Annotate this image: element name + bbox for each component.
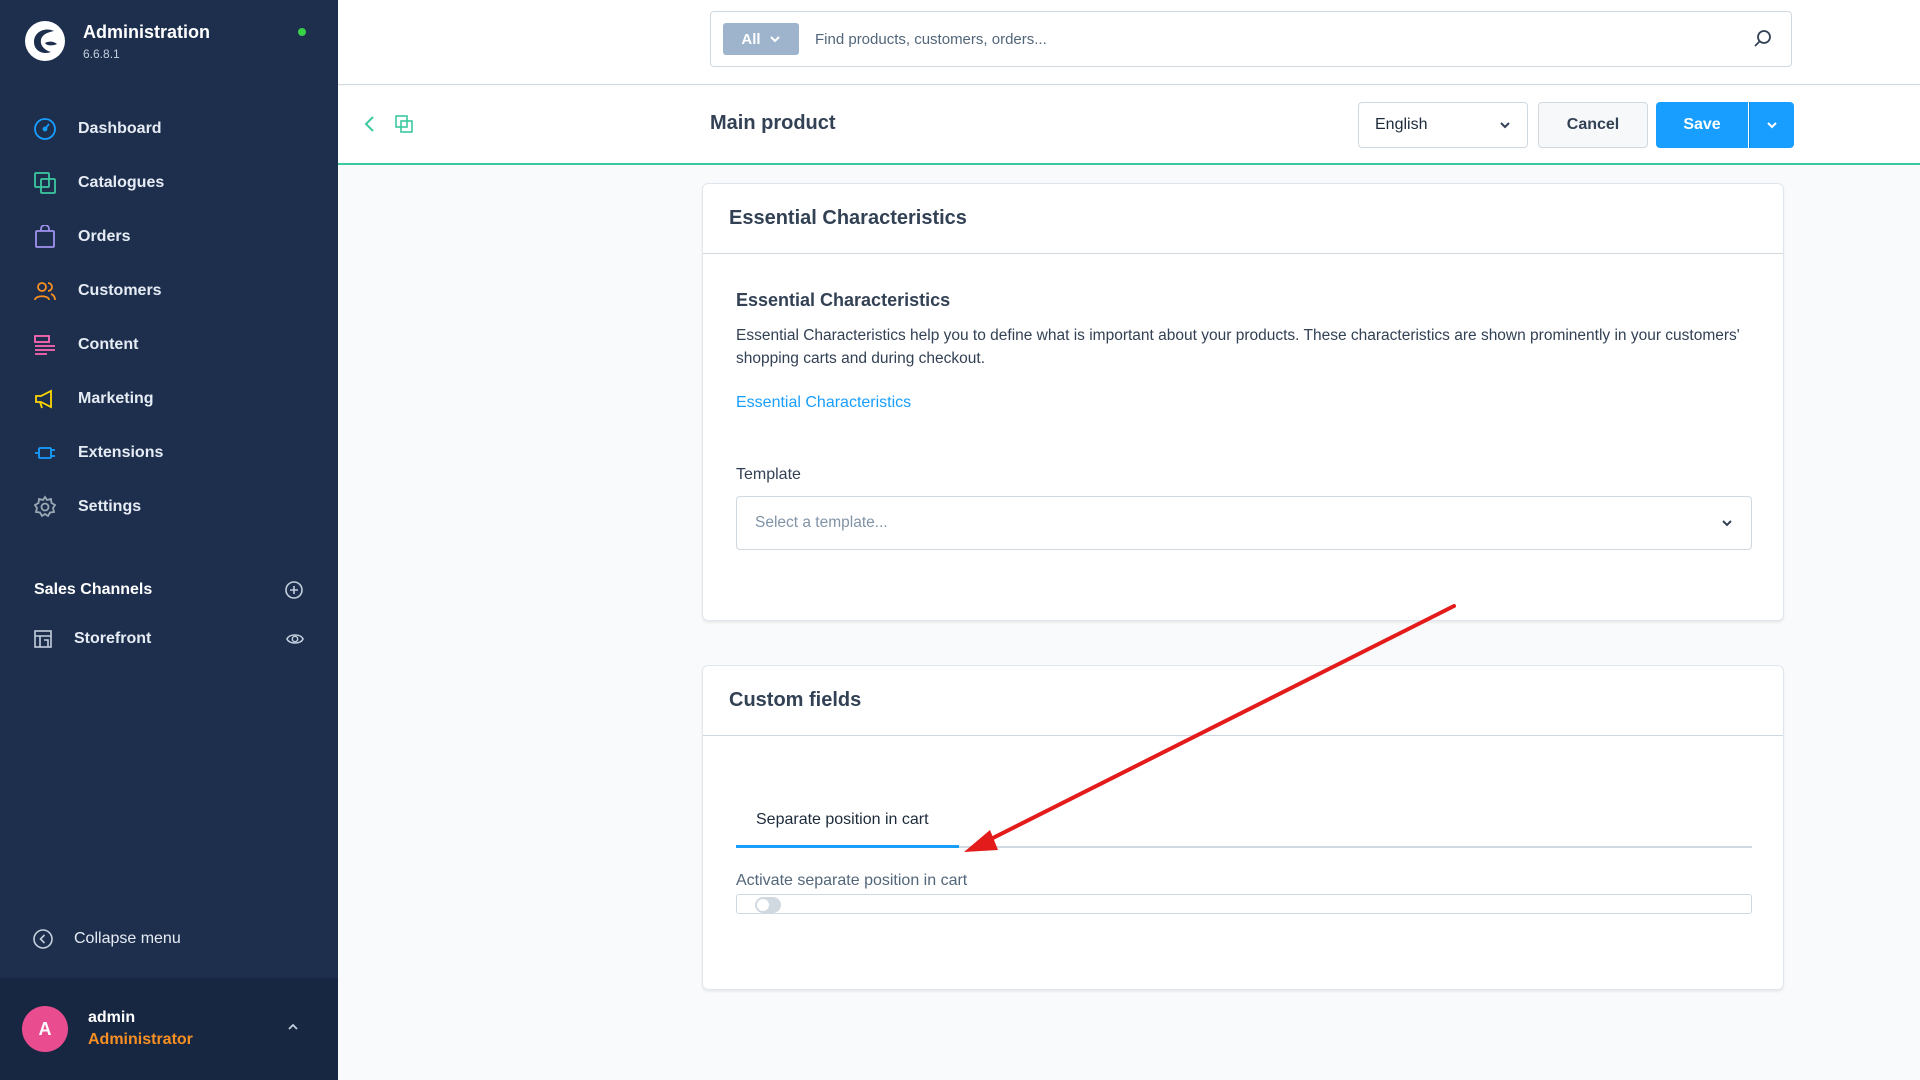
- page-title: Main product: [710, 112, 836, 134]
- sidebar-item-label: Content: [78, 336, 139, 353]
- sales-channels-title: Sales Channels: [34, 581, 153, 598]
- collapse-menu-button[interactable]: Collapse menu: [32, 928, 181, 950]
- top-bar: All: [338, 0, 1920, 85]
- sidebar: Administration 6.6.8.1 Dashboard Catalog…: [0, 0, 338, 1080]
- sales-channel-item-storefront[interactable]: Storefront: [32, 628, 304, 650]
- save-button[interactable]: Save: [1656, 102, 1748, 148]
- language-select[interactable]: English: [1358, 102, 1528, 148]
- tab-separate-position-in-cart[interactable]: Separate position in cart: [736, 794, 959, 848]
- chevron-down-icon: [1722, 520, 1732, 527]
- essential-characteristics-link[interactable]: Essential Characteristics: [736, 394, 911, 412]
- cancel-button[interactable]: Cancel: [1538, 102, 1648, 148]
- collapse-menu-label: Collapse menu: [74, 930, 181, 947]
- sidebar-item-catalogues[interactable]: Catalogues: [0, 156, 338, 210]
- sales-channels-header: Sales Channels: [34, 580, 304, 600]
- duplicate-icon[interactable]: [394, 114, 414, 134]
- sidebar-item-orders[interactable]: Orders: [0, 210, 338, 264]
- user-role: Administrator: [88, 1031, 193, 1048]
- shopware-logo-icon: [25, 21, 65, 61]
- card-title: Essential Characteristics: [703, 184, 1783, 254]
- eye-icon[interactable]: [286, 630, 304, 648]
- storefront-icon: [34, 630, 52, 648]
- sidebar-item-dashboard[interactable]: Dashboard: [0, 102, 338, 156]
- chevron-down-icon: [1500, 122, 1510, 129]
- user-name: admin: [88, 1009, 136, 1026]
- sidebar-item-extensions[interactable]: Extensions: [0, 426, 338, 480]
- chevron-up-icon[interactable]: [286, 1020, 300, 1034]
- template-select[interactable]: Select a template...: [736, 496, 1752, 550]
- language-select-value: English: [1375, 116, 1428, 133]
- switch-field: [736, 894, 1752, 914]
- global-search: All: [710, 11, 1792, 67]
- orders-icon: [32, 224, 58, 250]
- sidebar-item-customers[interactable]: Customers: [0, 264, 338, 318]
- chevron-down-icon: [769, 36, 780, 43]
- essential-characteristics-card: Essential Characteristics Essential Char…: [702, 183, 1784, 621]
- catalogues-icon: [32, 170, 58, 196]
- app-version: 6.6.8.1: [83, 46, 120, 61]
- sidebar-item-label: Catalogues: [78, 174, 165, 191]
- dashboard-icon: [32, 116, 58, 142]
- template-select-placeholder: Select a template...: [755, 514, 888, 531]
- sidebar-item-content[interactable]: Content: [0, 318, 338, 372]
- add-sales-channel-icon[interactable]: [284, 580, 304, 600]
- back-arrow-icon[interactable]: [362, 114, 378, 134]
- extensions-icon: [32, 440, 58, 466]
- collapse-chevron-icon: [33, 929, 53, 949]
- sidebar-item-label: Marketing: [78, 390, 154, 407]
- sidebar-item-marketing[interactable]: Marketing: [0, 372, 338, 426]
- user-menu[interactable]: A admin Administrator: [0, 978, 338, 1080]
- page-header: Main product English Cancel Save: [338, 86, 1920, 165]
- save-options-button[interactable]: [1749, 102, 1794, 148]
- sidebar-item-label: Dashboard: [78, 120, 162, 137]
- avatar: A: [22, 1006, 68, 1052]
- settings-icon: [32, 494, 58, 520]
- main-navigation: Dashboard Catalogues Orders Customers Co…: [0, 102, 338, 534]
- sidebar-item-label: Extensions: [78, 444, 164, 461]
- section-subtitle: Essential Characteristics: [736, 290, 951, 310]
- brand[interactable]: Administration 6.6.8.1: [24, 20, 210, 62]
- sidebar-item-label: Settings: [78, 498, 142, 515]
- custom-fields-card: Custom fields Separate position in cart …: [702, 665, 1784, 990]
- search-type-select[interactable]: All: [723, 23, 799, 55]
- search-type-label: All: [741, 30, 761, 48]
- marketing-icon: [32, 386, 58, 412]
- search-icon[interactable]: [1753, 29, 1773, 49]
- sidebar-item-label: Customers: [78, 282, 162, 299]
- toggle-knob: [757, 899, 769, 911]
- app-title: Administration: [83, 21, 211, 42]
- template-label: Template: [736, 466, 801, 483]
- card-title: Custom fields: [703, 666, 1783, 736]
- sales-channel-label: Storefront: [74, 630, 152, 647]
- customers-icon: [32, 278, 58, 304]
- custom-fields-tabs: Separate position in cart: [736, 794, 1752, 848]
- search-input[interactable]: [815, 30, 1715, 48]
- content-icon: [32, 332, 58, 358]
- separate-position-toggle[interactable]: [755, 897, 781, 913]
- section-description: Essential Characteristics help you to de…: [736, 327, 1740, 367]
- online-status-indicator: [298, 28, 306, 36]
- sidebar-item-settings[interactable]: Settings: [0, 480, 338, 534]
- sidebar-item-label: Orders: [78, 228, 131, 245]
- chevron-down-icon: [1767, 122, 1777, 129]
- field-label: Activate separate position in cart: [736, 872, 968, 889]
